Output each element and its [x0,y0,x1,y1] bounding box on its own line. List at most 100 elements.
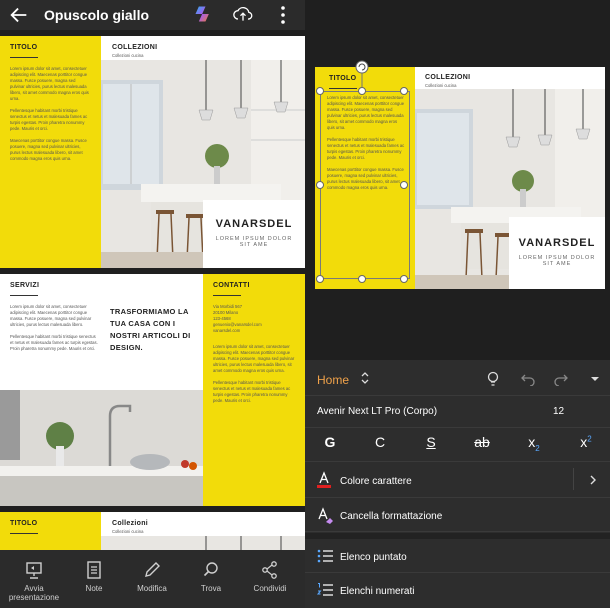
edit-right-header: COLLEZIONI Collezioni cucina [425,74,470,89]
chevron-right-icon[interactable] [589,475,597,485]
page1-left-title: TITOLO [10,44,38,51]
page1-yellow-panel: TITOLO Lorem ipsum dolor sit amet, conse… [0,36,101,268]
formatting-ribbon: Home Avenir Next LT Pro (Corpo) 12 G C S… [305,360,610,608]
title-underline [10,57,38,58]
edit-brand-box: VANARSDEL LOREM IPSUM DOLOR SIT AME [509,217,605,289]
tab-switch-chevron-icon[interactable] [360,371,370,385]
page1-right-header: COLLEZIONI Collezioni cucina [112,44,157,59]
page1-left-body: Lorem ipsum dolor sit amet, consectetuer… [10,66,89,101]
font-row: Avenir Next LT Pro (Corpo) 12 [305,396,610,428]
contatti-panel: CONTATTI Via Morbidi 567 20100 Milano 12… [203,274,305,506]
present-label: Avvia presentazione [8,584,60,602]
contatti-body: Lorem ipsum dolor sit amet, consectetuer… [213,344,295,373]
lightbulb-icon[interactable] [487,371,499,387]
find-button[interactable]: Trova [181,560,241,593]
text-selection-box[interactable] [320,91,410,279]
tagline: TRASFORMIAMO LA TUA CASA CON I NOSTRI AR… [110,307,191,352]
servizi-body2: Pellentesque habitant morbi tristique se… [10,334,98,351]
back-arrow-icon[interactable] [8,4,30,26]
contatti-line: vanarsdel.com [213,328,241,333]
subscript-mark: 2 [535,443,540,453]
superscript-mark: 2 [587,434,592,444]
title-underline [10,295,38,296]
pencil-icon [145,562,160,577]
ribbon-header: Home [305,360,610,396]
underline-button[interactable]: S [416,434,446,450]
page3-left-title: TITOLO [10,520,38,527]
edit-button[interactable]: Modifica [122,560,182,593]
font-color-label: Colore carattere [340,476,412,487]
find-label: Trova [200,584,222,593]
document-title: Opuscolo giallo [44,7,150,23]
bullets-label: Elenco puntato [340,552,407,563]
more-options-icon[interactable] [276,4,290,26]
page3-yellow-panel: TITOLO [0,512,101,550]
page3-right-sub: Collezioni cucina [112,529,144,534]
notes-button[interactable]: Note [64,560,124,593]
share-button[interactable]: Condividi [240,560,300,593]
italic-button[interactable]: C [365,434,395,450]
text-style-row: G C S ab x2 x2 [305,428,610,462]
edit-label: Modifica [137,584,167,593]
bold-button[interactable]: G [315,434,345,450]
bottom-navigation: Avvia presentazione Note Modifica Trova … [0,550,305,608]
font-family-select[interactable]: Avenir Next LT Pro (Corpo) [317,406,437,417]
notes-label: Note [85,584,103,593]
redo-icon[interactable] [553,372,569,386]
present-button[interactable]: Avvia presentazione [4,560,64,602]
numbering-label: Elenchi numerati [340,586,415,597]
share-icon [262,561,277,579]
servizi-body: Lorem ipsum dolor sit amet, consectetuer… [10,304,92,327]
brochure-page-3[interactable]: TITOLO Collezioni Collezioni cucina [0,512,305,550]
edit-brand: VANARSDEL [518,237,596,249]
document-viewer-pane: Opuscolo giallo TITOLO Lorem ipsum dolor… [0,0,305,608]
title-underline [10,533,38,534]
title-underline [329,88,357,89]
superscript-button[interactable]: x2 [571,434,601,450]
page1-brand-sub: LOREM IPSUM DOLOR SIT AME [215,236,293,248]
divider [573,468,574,490]
numbering-row[interactable]: Elenchi numerati [305,573,610,608]
ribbon-tab-selector[interactable]: Home [317,373,349,387]
page1-left-body2: Pellentesque habitant morbi tristique se… [10,108,88,131]
brochure-page-2[interactable]: SERVIZI Lorem ipsum dolor sit amet, cons… [0,274,305,506]
font-color-row[interactable]: Colore carattere [305,462,610,498]
edit-right-title: COLLEZIONI [425,74,471,81]
contatti-title: CONTATTI [213,282,250,289]
page3-right-header: Collezioni Collezioni cucina [112,520,148,535]
servizi-section: SERVIZI Lorem ipsum dolor sit amet, cons… [10,282,100,352]
page1-left-body3: Maecenas porttitor congue massa. Fusce p… [10,138,87,161]
document-canvas[interactable]: TITOLO Lorem ipsum dolor sit amet, conse… [0,30,305,550]
collapse-ribbon-icon[interactable] [590,376,600,382]
page1-brand-box: VANARSDEL LOREM IPSUM DOLOR SIT AME [203,200,305,268]
presentation-icon [26,562,42,579]
bullet-list-icon [317,549,333,563]
clear-format-row[interactable]: Cancella formattazione [305,498,610,532]
kitchen-photo [101,536,305,550]
page3-right-title: Collezioni [112,520,149,527]
subscript-button[interactable]: x2 [519,434,549,453]
font-size-select[interactable]: 12 [553,406,564,417]
strikethrough-button[interactable]: ab [467,434,497,450]
page1-right-sub: Collezioni cucina [112,53,144,58]
cloud-upload-icon[interactable] [233,5,253,23]
numbered-list-icon [316,583,333,596]
page1-brand: VANARSDEL [215,218,293,230]
contatti-body2: Pellentesque habitant morbi tristique se… [213,380,291,403]
clear-format-label: Cancella formattazione [340,511,443,522]
notes-icon [87,561,101,579]
edit-brand-sub: LOREM IPSUM DOLOR SIT AME [518,255,596,267]
editor-pane: TITOLO Lorem ipsum dolor sit amet, conse… [305,0,610,608]
search-icon [203,562,218,577]
page1-right-title: COLLEZIONI [112,44,158,51]
brochure-page-1[interactable]: TITOLO Lorem ipsum dolor sit amet, conse… [0,36,305,268]
share-label: Condividi [253,584,287,593]
servizi-title: SERVIZI [10,282,40,289]
bullets-row[interactable]: Elenco puntato [305,539,610,573]
copilot-icon[interactable] [193,4,213,24]
undo-icon[interactable] [520,372,536,386]
edit-left-title: TITOLO [329,75,357,82]
editing-page[interactable]: TITOLO Lorem ipsum dolor sit amet, conse… [315,67,605,289]
app-root: Opuscolo giallo TITOLO Lorem ipsum dolor… [0,0,610,608]
clear-formatting-icon [318,507,333,524]
